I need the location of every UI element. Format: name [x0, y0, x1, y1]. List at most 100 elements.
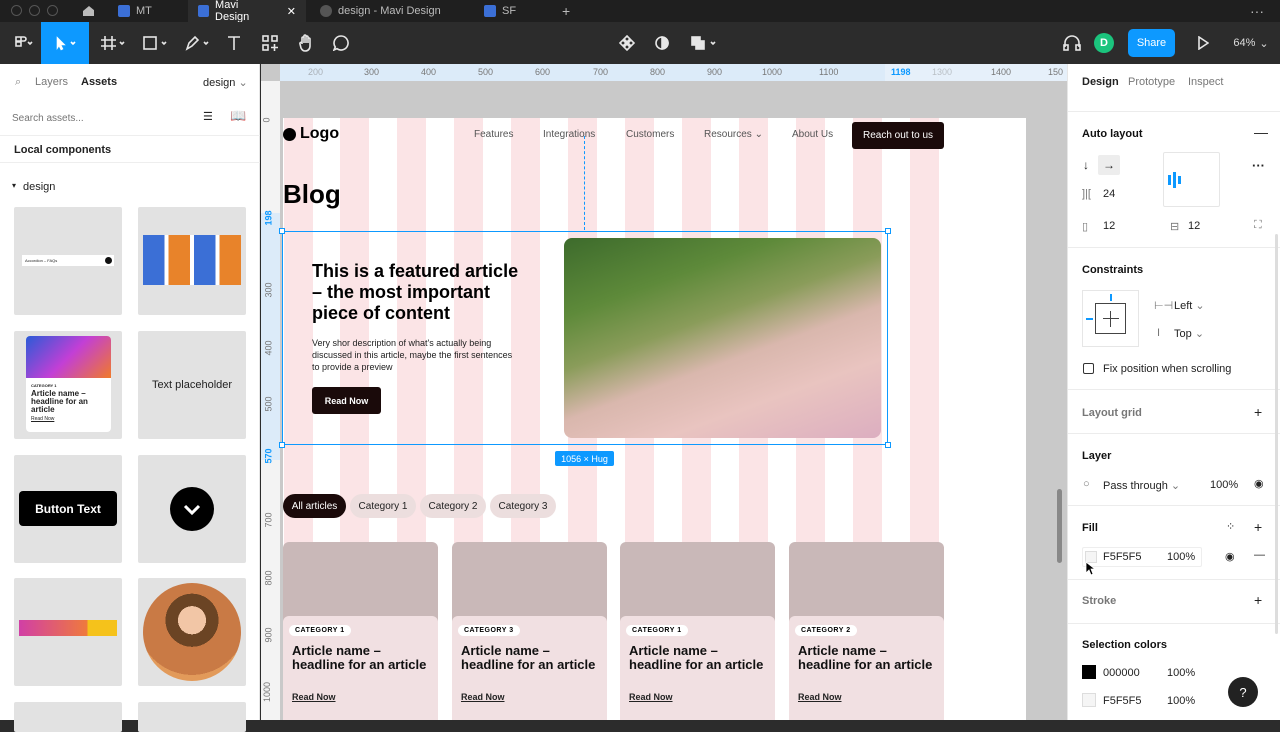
- window-min-dot[interactable]: [29, 5, 40, 16]
- close-icon[interactable]: ✕: [287, 5, 296, 18]
- zoom-control[interactable]: 64% ⌄: [1228, 22, 1274, 64]
- nav-integrations[interactable]: Integrations: [543, 129, 595, 140]
- boolean-button[interactable]: [688, 22, 722, 64]
- text-tool-button[interactable]: [222, 22, 246, 64]
- filter-category-2[interactable]: Category 2: [420, 494, 486, 518]
- user-avatar[interactable]: D: [1093, 22, 1115, 64]
- nav-customers[interactable]: Customers: [626, 129, 674, 140]
- tab-inspect[interactable]: Inspect: [1188, 76, 1223, 88]
- resize-handle[interactable]: [885, 442, 891, 448]
- spacing-value[interactable]: 24: [1103, 188, 1115, 200]
- padding-expand-icon[interactable]: ⛶: [1254, 219, 1262, 232]
- remove-fill-icon[interactable]: —: [1254, 549, 1265, 561]
- caret-down-icon[interactable]: ▾: [12, 181, 16, 190]
- article-card[interactable]: CATEGORY 1 Article name – headline for a…: [283, 542, 438, 720]
- component-article-grid[interactable]: [138, 207, 246, 315]
- horizontal-padding-value[interactable]: 12: [1103, 220, 1115, 232]
- canvas-scrollbar[interactable]: [1057, 489, 1062, 563]
- layer-opacity[interactable]: 100%: [1210, 479, 1238, 491]
- nav-resources[interactable]: Resources ⌄: [704, 129, 763, 140]
- window-close-dot[interactable]: [11, 5, 22, 16]
- nav-features[interactable]: Features: [474, 129, 513, 140]
- featured-read-now-button[interactable]: Read Now: [312, 387, 381, 414]
- component-text-placeholder[interactable]: Text placeholder: [138, 331, 246, 439]
- home-tab[interactable]: [72, 0, 104, 22]
- page-selector[interactable]: design ⌄: [203, 76, 248, 89]
- more-options-icon[interactable]: ···: [1252, 158, 1265, 173]
- remove-auto-layout-icon[interactable]: —: [1254, 124, 1268, 140]
- article-card[interactable]: CATEGORY 1 Article name – headline for a…: [620, 542, 775, 720]
- component-accordion[interactable]: Accordion – FAQs: [14, 207, 122, 315]
- vertical-padding-value[interactable]: 12: [1188, 220, 1200, 232]
- selection-color-swatch[interactable]: [1082, 665, 1096, 679]
- selection-color-hex[interactable]: F5F5F5: [1103, 695, 1142, 707]
- pen-tool-button[interactable]: [180, 22, 214, 64]
- tab-design[interactable]: Design: [1082, 76, 1119, 88]
- more-icon[interactable]: ···: [1240, 0, 1272, 22]
- add-fill-icon[interactable]: +: [1254, 519, 1262, 535]
- horizontal-direction-icon[interactable]: →: [1098, 155, 1120, 175]
- filter-category-3[interactable]: Category 3: [490, 494, 556, 518]
- tab-assets[interactable]: Assets: [81, 76, 117, 88]
- selection-color-opacity[interactable]: 100%: [1167, 667, 1195, 679]
- card-read-now[interactable]: Read Now: [461, 692, 505, 702]
- hand-tool-button[interactable]: [294, 22, 318, 64]
- horizontal-constraint-select[interactable]: Left ⌄: [1174, 299, 1205, 312]
- vertical-direction-icon[interactable]: ↓: [1083, 158, 1089, 172]
- fill-visibility-eye-icon[interactable]: ◉: [1225, 550, 1235, 563]
- tab-prototype[interactable]: Prototype: [1128, 76, 1175, 88]
- fill-hex-value[interactable]: F5F5F5: [1103, 551, 1142, 563]
- add-layout-grid-icon[interactable]: +: [1254, 404, 1262, 420]
- article-card[interactable]: CATEGORY 3 Article name – headline for a…: [452, 542, 607, 720]
- fill-opacity[interactable]: 100%: [1167, 551, 1195, 563]
- resize-handle[interactable]: [885, 228, 891, 234]
- filter-all-articles[interactable]: All articles: [283, 494, 346, 518]
- shape-tool-button[interactable]: [138, 22, 172, 64]
- tab-design-mavi[interactable]: design - Mavi Design: [310, 0, 472, 22]
- alignment-box[interactable]: [1163, 152, 1220, 207]
- nav-about[interactable]: About Us: [792, 129, 833, 140]
- create-component-button[interactable]: [616, 22, 638, 64]
- design-canvas[interactable]: 200 300 400 500 600 700 800 900 1000 110…: [261, 64, 1067, 720]
- help-button[interactable]: ?: [1228, 677, 1258, 707]
- main-menu-button[interactable]: [8, 22, 40, 64]
- selection-color-opacity[interactable]: 100%: [1167, 695, 1195, 707]
- tab-layers[interactable]: Layers: [35, 76, 68, 88]
- selection-color-hex[interactable]: 000000: [1103, 667, 1140, 679]
- add-stroke-icon[interactable]: +: [1254, 592, 1262, 608]
- blend-mode-select[interactable]: Pass through ⌄: [1103, 479, 1180, 492]
- fix-position-checkbox[interactable]: [1083, 363, 1094, 374]
- component-button[interactable]: Button Text: [14, 455, 122, 563]
- window-max-dot[interactable]: [47, 5, 58, 16]
- component-chevron-button[interactable]: [138, 455, 246, 563]
- search-assets-input[interactable]: [12, 108, 182, 128]
- component-more[interactable]: [138, 702, 246, 732]
- selection-color-swatch[interactable]: [1082, 693, 1096, 707]
- library-icon[interactable]: 📖: [230, 108, 246, 124]
- vertical-constraint-select[interactable]: Top ⌄: [1174, 327, 1204, 340]
- tab-mt[interactable]: MT: [108, 0, 186, 22]
- component-more[interactable]: [14, 702, 122, 732]
- tab-mavi-design[interactable]: Mavi Design ✕: [188, 0, 306, 23]
- logo-text[interactable]: Logo: [300, 125, 339, 143]
- component-avatar[interactable]: [138, 578, 246, 686]
- card-read-now[interactable]: Read Now: [798, 692, 842, 702]
- component-banner[interactable]: [14, 578, 122, 686]
- move-tool-button[interactable]: [41, 22, 89, 64]
- present-button[interactable]: [1192, 22, 1214, 64]
- card-read-now[interactable]: Read Now: [629, 692, 673, 702]
- component-article-card[interactable]: CATEGORY 1 Article name – headline for a…: [14, 331, 122, 439]
- mask-button[interactable]: [651, 22, 673, 64]
- article-card[interactable]: CATEGORY 2 Article name – headline for a…: [789, 542, 944, 720]
- panel-scrollbar[interactable]: [1275, 234, 1278, 634]
- resize-handle[interactable]: [279, 442, 285, 448]
- constraints-widget[interactable]: [1082, 290, 1139, 347]
- card-read-now[interactable]: Read Now: [292, 692, 336, 702]
- audio-button[interactable]: [1060, 22, 1084, 64]
- frame-tool-button[interactable]: [96, 22, 130, 64]
- list-view-icon[interactable]: ☰: [203, 110, 213, 123]
- new-tab-button[interactable]: +: [552, 0, 576, 22]
- share-button[interactable]: Share: [1128, 22, 1175, 64]
- filter-category-1[interactable]: Category 1: [350, 494, 416, 518]
- comment-tool-button[interactable]: [329, 22, 353, 64]
